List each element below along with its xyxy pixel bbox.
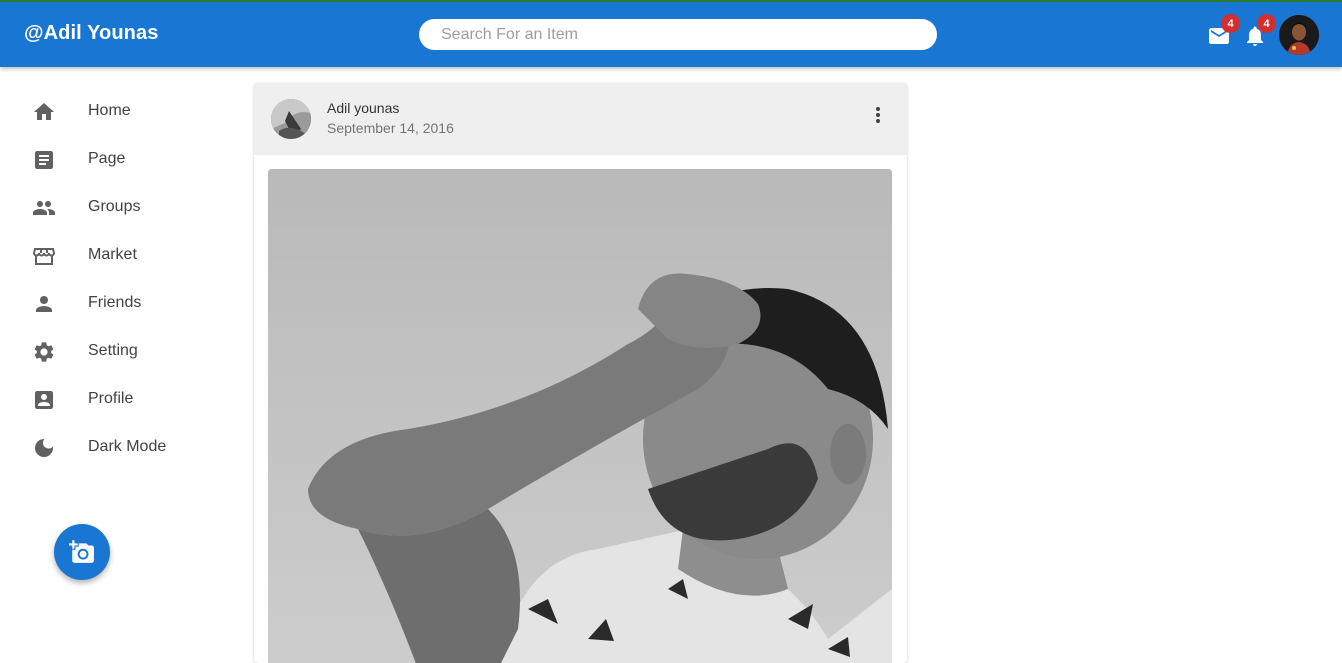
post-author-avatar[interactable] — [271, 99, 311, 139]
sidebar-item-market[interactable]: Market — [0, 232, 240, 280]
sidebar-item-groups[interactable]: Groups — [0, 184, 240, 232]
sidebar-item-label: Friends — [88, 294, 142, 311]
profile-icon — [35, 391, 53, 409]
groups-icon — [33, 201, 55, 215]
avatar-image — [1279, 15, 1319, 55]
sidebar-item-label: Home — [88, 102, 131, 119]
search-box[interactable] — [419, 19, 937, 50]
sidebar-item-home[interactable]: Home — [0, 88, 240, 136]
market-icon — [32, 248, 56, 265]
post-more-button[interactable] — [866, 103, 890, 127]
sidebar-item-profile[interactable]: Profile — [0, 376, 240, 424]
sidebar-item-dark-mode[interactable]: Dark Mode — [0, 424, 240, 472]
post-header: Adil younas September 14, 2016 — [254, 83, 907, 155]
app-title[interactable]: @Adil Younas — [24, 22, 158, 45]
sidebar-item-friends[interactable]: Friends — [0, 280, 240, 328]
home-icon — [34, 103, 54, 120]
add-photo-icon — [69, 540, 94, 563]
more-vert-icon — [876, 107, 880, 123]
sidebar-item-label: Market — [88, 246, 137, 263]
app-bar: @Adil Younas 4 4 — [0, 2, 1342, 67]
post-photo[interactable] — [268, 169, 892, 663]
search-input[interactable] — [439, 24, 917, 45]
sidebar-item-label: Groups — [88, 198, 141, 215]
post-card: Adil younas September 14, 2016 — [254, 83, 907, 663]
sidebar-item-page[interactable]: Page — [0, 136, 240, 184]
moon-icon — [35, 439, 53, 457]
sidebar-item-label: Page — [88, 150, 126, 167]
add-photo-button[interactable] — [54, 524, 110, 580]
sidebar-item-label: Setting — [88, 342, 138, 359]
sidebar-item-label: Profile — [88, 390, 134, 407]
page-icon — [35, 151, 53, 169]
friends-icon — [36, 296, 52, 312]
sidebar-item-setting[interactable]: Setting — [0, 328, 240, 376]
user-avatar[interactable] — [1279, 15, 1319, 55]
post-date: September 14, 2016 — [327, 120, 454, 136]
avatar-image — [271, 99, 311, 139]
notifications-badge: 4 — [1257, 14, 1276, 33]
post-author-name[interactable]: Adil younas — [327, 100, 399, 116]
gear-icon — [34, 342, 54, 362]
mail-badge: 4 — [1221, 14, 1240, 33]
post-image — [268, 169, 892, 663]
sidebar-item-label: Dark Mode — [88, 438, 167, 455]
